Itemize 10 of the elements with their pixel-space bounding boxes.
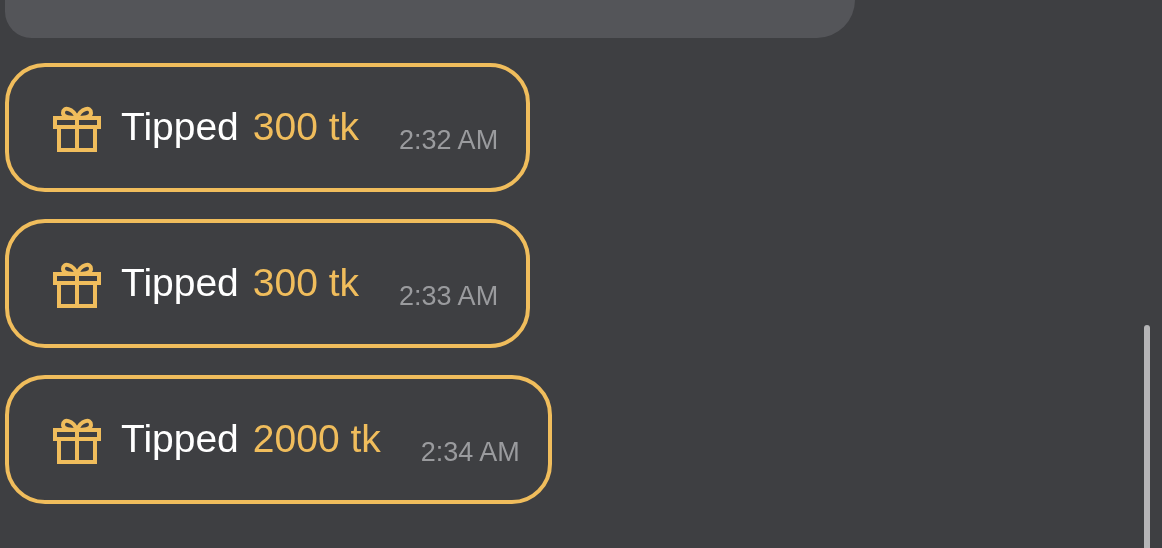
tip-label: Tipped [121,416,239,463]
tip-amount: 300 tk [252,104,360,151]
scrollbar-thumb[interactable] [1144,325,1150,548]
tip-label: Tipped [121,104,239,151]
message-time: 2:32 AM [399,123,499,157]
message-time: 2:34 AM [420,435,520,469]
tip-label: Tipped [121,260,239,307]
message-time: 2:33 AM [399,279,499,313]
tip-amount: 2000 tk [252,416,381,463]
tip-amount: 300 tk [252,260,360,307]
